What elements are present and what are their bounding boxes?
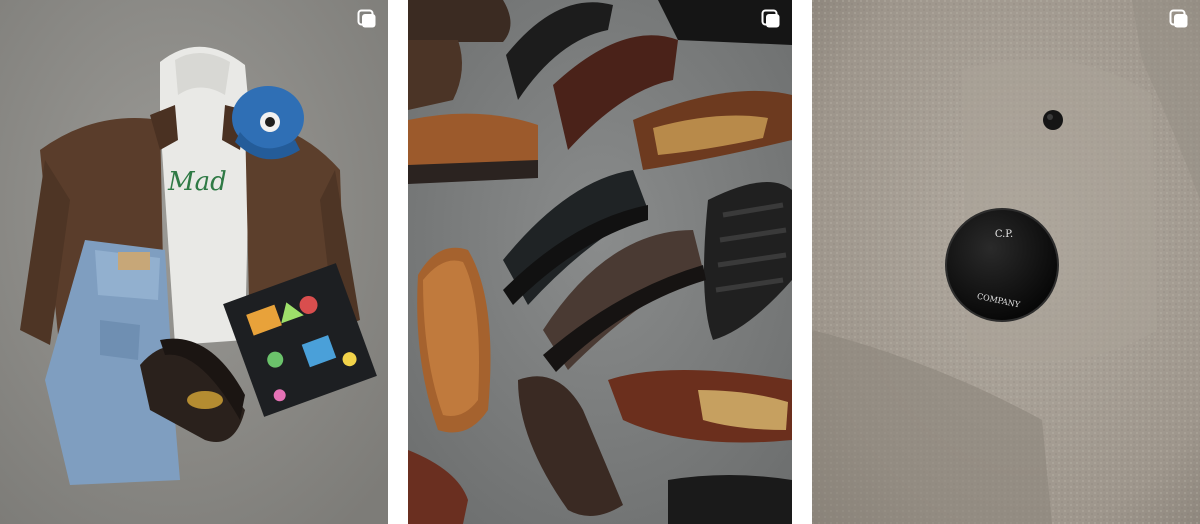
post-tile-knit-lens-badge[interactable]: C.P. COMPANY xyxy=(812,0,1200,524)
shoes-collection-photo xyxy=(408,0,792,524)
hoodie-print-text: Mad xyxy=(167,167,227,197)
multiple-images-icon xyxy=(357,9,377,29)
profile-post-grid: Mad C.P. COMPANY xyxy=(0,0,1200,524)
post-tile-shoes-collection[interactable] xyxy=(408,0,792,524)
knit-lens-badge-photo: C.P. COMPANY xyxy=(812,0,1200,524)
multiple-images-icon xyxy=(761,9,781,29)
outfit-flatlay-photo: Mad xyxy=(0,0,388,524)
multiple-images-icon xyxy=(1169,9,1189,29)
post-tile-outfit-flatlay[interactable]: Mad xyxy=(0,0,388,524)
badge-text-cp: C.P. xyxy=(995,229,1013,240)
